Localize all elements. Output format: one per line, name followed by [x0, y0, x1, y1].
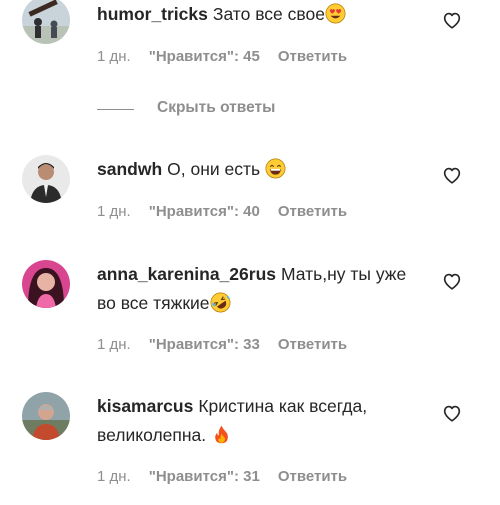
comment-username[interactable]: sandwh [97, 159, 162, 179]
avatar[interactable] [22, 260, 70, 308]
fire-emoji-icon [211, 424, 232, 445]
rolling-laughing-emoji-icon [210, 292, 231, 313]
avatar[interactable] [22, 155, 70, 203]
like-heart-icon[interactable] [441, 270, 463, 292]
comment-username[interactable]: humor_tricks [97, 4, 208, 24]
comment-body: Зато все свое [212, 4, 325, 24]
comment-likes[interactable]: "Нравится": 33 [149, 336, 260, 353]
avatar[interactable] [22, 392, 70, 440]
reply-button[interactable]: Ответить [278, 336, 347, 353]
comment-text: kisamarcus Кристина как всегда, великолеп… [97, 392, 427, 450]
hide-replies-label: Скрыть ответы [157, 99, 276, 116]
comment-time: 1 дн. [97, 48, 131, 65]
reply-button[interactable]: Ответить [278, 468, 347, 485]
comment-time: 1 дн. [97, 336, 131, 353]
comment-text: anna_karenina_26rus Мать,ну ты уже во все… [97, 260, 427, 318]
comment-likes[interactable]: "Нравится": 45 [149, 48, 260, 65]
hide-replies-button[interactable]: Скрыть ответы [97, 98, 275, 118]
heart-eyes-emoji-icon [325, 3, 346, 24]
hide-replies-divider [97, 108, 134, 110]
comment-text: humor_tricks Зато все свое [97, 0, 427, 29]
reply-button[interactable]: Ответить [278, 203, 347, 220]
comment-meta: 1 дн. "Нравится": 31 Ответить [97, 468, 347, 485]
comment-likes[interactable]: "Нравится": 40 [149, 203, 260, 220]
comment-time: 1 дн. [97, 468, 131, 485]
comment-meta: 1 дн. "Нравится": 40 Ответить [97, 203, 347, 220]
like-heart-icon[interactable] [441, 402, 463, 424]
comment-likes[interactable]: "Нравится": 31 [149, 468, 260, 485]
comment-text: sandwh О, они есть [97, 155, 427, 184]
comment-time: 1 дн. [97, 203, 131, 220]
grinning-face-emoji-icon [265, 158, 286, 179]
avatar[interactable] [22, 0, 70, 44]
comment-username[interactable]: kisamarcus [97, 396, 193, 416]
comment-username[interactable]: anna_karenina_26rus [97, 264, 276, 284]
comment-body: О, они есть [167, 159, 261, 179]
like-heart-icon[interactable] [441, 164, 463, 186]
like-heart-icon[interactable] [441, 9, 463, 31]
reply-button[interactable]: Ответить [278, 48, 347, 65]
comment-meta: 1 дн. "Нравится": 33 Ответить [97, 336, 347, 353]
comment-meta: 1 дн. "Нравится": 45 Ответить [97, 48, 347, 65]
